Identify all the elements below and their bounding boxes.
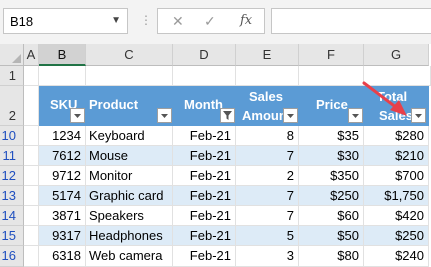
annotation-arrow-icon xyxy=(362,81,407,116)
